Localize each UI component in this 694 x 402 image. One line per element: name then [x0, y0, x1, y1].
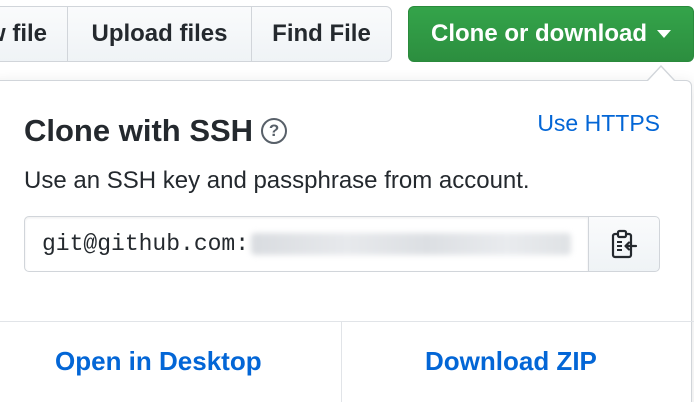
clone-title: Clone with SSH ?	[24, 113, 288, 149]
clone-description: Use an SSH key and passphrase from accou…	[24, 167, 530, 194]
redacted-url-path	[251, 233, 572, 255]
clone-title-text: Clone with SSH	[24, 113, 254, 148]
open-in-desktop-link[interactable]: Open in Desktop	[55, 346, 262, 377]
find-file-button[interactable]: Find File	[251, 6, 392, 62]
upload-files-label: Upload files	[91, 20, 228, 47]
create-new-file-button[interactable]: w file	[0, 6, 68, 62]
upload-files-button[interactable]: Upload files	[67, 6, 252, 62]
clone-or-download-label: Clone or download	[431, 20, 647, 47]
footer-divider	[0, 321, 694, 322]
find-file-label: Find File	[272, 20, 371, 47]
clipboard-icon	[611, 229, 638, 259]
copy-to-clipboard-button[interactable]	[589, 216, 660, 272]
clone-url-prefix: git@github.com:	[42, 231, 250, 257]
clone-url-group: git@github.com:	[24, 216, 660, 272]
clone-url-input[interactable]: git@github.com:	[24, 216, 589, 272]
stage: w file Upload files Find File Clone or d…	[0, 0, 694, 402]
help-icon[interactable]: ?	[261, 118, 288, 144]
dropdown-pointer-fill	[648, 67, 674, 81]
download-zip-link[interactable]: Download ZIP	[425, 346, 597, 377]
footer-vertical-divider	[341, 321, 342, 402]
use-https-link[interactable]: Use HTTPS	[537, 110, 660, 137]
help-icon-glyph: ?	[268, 121, 280, 140]
clone-or-download-button[interactable]: Clone or download	[408, 6, 694, 62]
caret-down-icon	[657, 30, 671, 38]
create-new-file-label: w file	[0, 20, 47, 47]
